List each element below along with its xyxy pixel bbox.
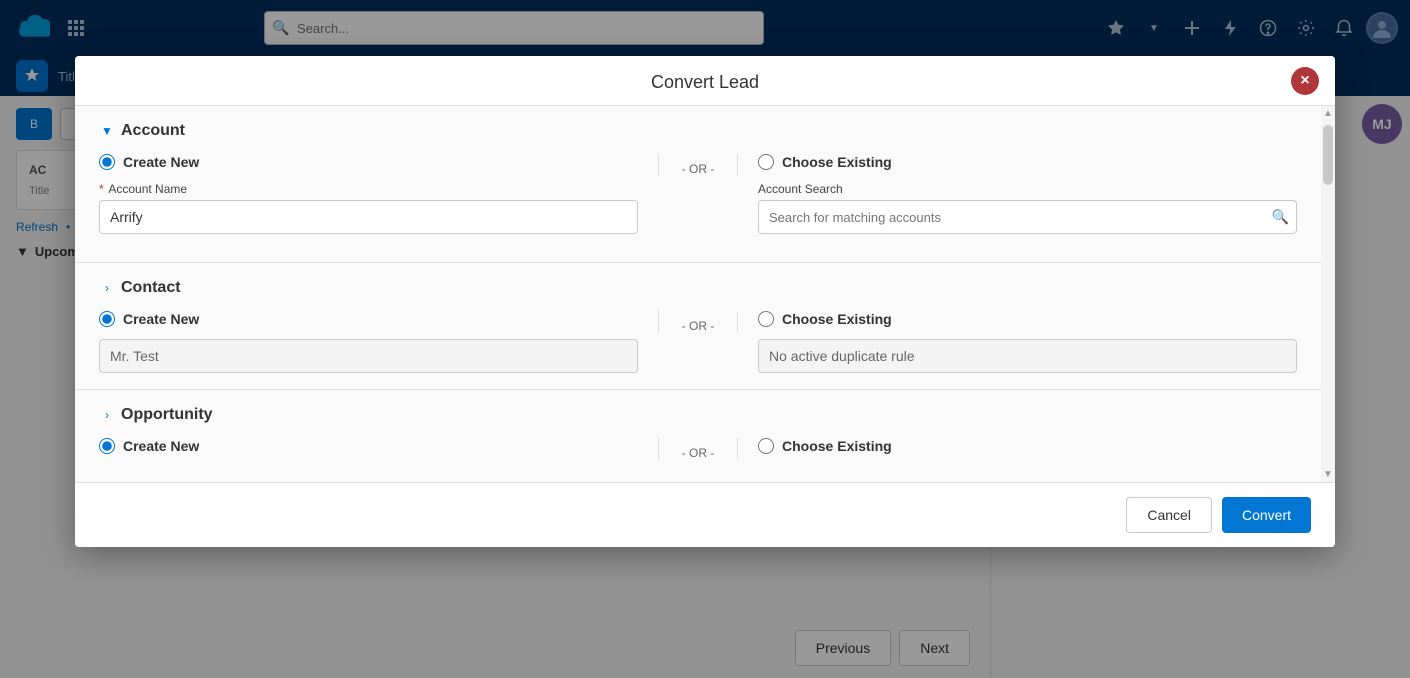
contact-toggle[interactable]: › [99, 280, 115, 296]
opportunity-create-new-area: Create New [99, 438, 658, 466]
contact-choose-existing-option: Choose Existing [758, 311, 1297, 327]
opportunity-create-new-label: Create New [123, 438, 199, 454]
opportunity-create-new-option: Create New [99, 438, 638, 454]
contact-create-new-label: Create New [123, 311, 199, 327]
account-name-field: * Account Name [99, 182, 638, 234]
contact-choose-existing-area: Choose Existing [738, 311, 1297, 373]
modal-title: Convert Lead [651, 72, 759, 93]
contact-section-grid: Create New - OR - Choose Existing [99, 311, 1297, 373]
convert-button[interactable]: Convert [1222, 497, 1311, 533]
cancel-button[interactable]: Cancel [1126, 497, 1212, 533]
account-name-label: * Account Name [99, 182, 638, 196]
modal-close-button[interactable]: × [1291, 67, 1319, 95]
contact-section-header: › Contact [99, 279, 1297, 297]
opportunity-create-new-radio[interactable] [99, 438, 115, 454]
modal-scrollbar[interactable]: ▲ ▼ [1321, 106, 1335, 482]
account-toggle[interactable]: ▼ [99, 123, 115, 139]
contact-create-new-radio[interactable] [99, 311, 115, 327]
contact-section: › Contact Create New - OR - [75, 263, 1321, 390]
convert-lead-modal: Convert Lead × ▲ ▼ ▼ Account [75, 56, 1335, 547]
account-create-new-label: Create New [123, 154, 199, 170]
account-search-icon: 🔍 [1272, 209, 1289, 226]
account-choose-existing-label: Choose Existing [782, 154, 892, 170]
account-section-title: Account [121, 122, 185, 140]
contact-create-new-option: Create New [99, 311, 638, 327]
account-choose-existing-radio[interactable] [758, 154, 774, 170]
account-search-label: Account Search [758, 182, 1297, 196]
account-create-new-radio[interactable] [99, 154, 115, 170]
contact-create-new-area: Create New [99, 311, 658, 373]
contact-name-input[interactable] [99, 339, 638, 373]
modal-body[interactable]: ▲ ▼ ▼ Account Create New [75, 106, 1335, 482]
account-section-header: ▼ Account [99, 122, 1297, 140]
opportunity-choose-existing-option: Choose Existing [758, 438, 1297, 454]
scroll-up-arrow[interactable]: ▲ [1323, 108, 1333, 119]
scroll-thumb[interactable] [1323, 125, 1333, 185]
opportunity-section-grid: Create New - OR - Choose Existing [99, 438, 1297, 466]
opportunity-section-title: Opportunity [121, 406, 213, 424]
contact-section-title: Contact [121, 279, 181, 297]
opportunity-or-divider: - OR - [658, 438, 738, 460]
required-marker: * [99, 182, 104, 196]
account-section: ▼ Account Create New * Account Name [75, 106, 1321, 263]
account-search-wrapper: 🔍 [758, 200, 1297, 234]
account-name-input[interactable] [99, 200, 638, 234]
contact-or-divider: - OR - [658, 311, 738, 333]
opportunity-choose-existing-label: Choose Existing [782, 438, 892, 454]
account-create-new-option: Create New [99, 154, 638, 170]
opportunity-section-header: › Opportunity [99, 406, 1297, 424]
contact-choose-existing-label: Choose Existing [782, 311, 892, 327]
opportunity-choose-existing-area: Choose Existing [738, 438, 1297, 466]
account-search-input[interactable] [758, 200, 1297, 234]
account-choose-existing-area: Choose Existing Account Search 🔍 [738, 154, 1297, 234]
opportunity-toggle[interactable]: › [99, 407, 115, 423]
account-create-new-area: Create New * Account Name [99, 154, 658, 246]
account-choose-existing-option: Choose Existing [758, 154, 1297, 170]
contact-choose-existing-radio[interactable] [758, 311, 774, 327]
opportunity-section: › Opportunity Create New - OR - [75, 390, 1321, 482]
modal-header: Convert Lead × [75, 56, 1335, 106]
scroll-down-arrow[interactable]: ▼ [1323, 469, 1333, 480]
modal-footer: Cancel Convert [75, 482, 1335, 547]
account-or-divider: - OR - [658, 154, 738, 176]
account-section-grid: Create New * Account Name - OR - [99, 154, 1297, 246]
opportunity-choose-existing-radio[interactable] [758, 438, 774, 454]
modal-backdrop: Convert Lead × ▲ ▼ ▼ Account [0, 0, 1410, 678]
contact-dup-rule-input [758, 339, 1297, 373]
